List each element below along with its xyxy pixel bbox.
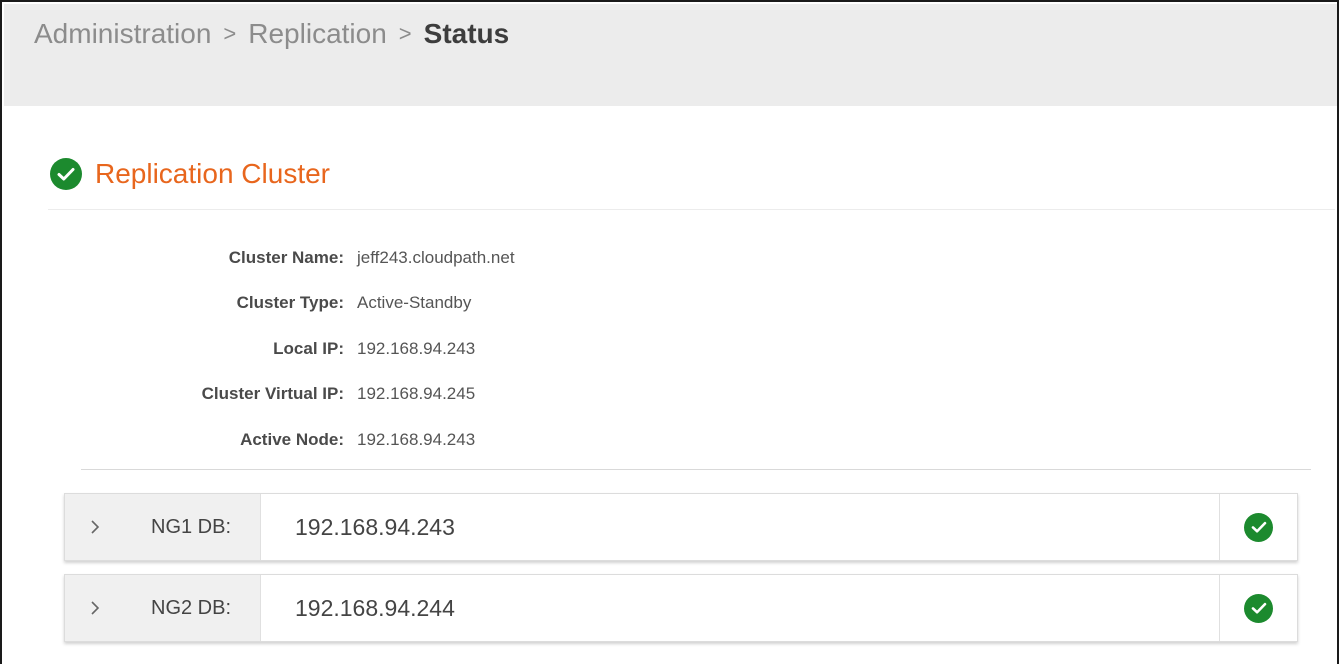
info-value: 192.168.94.243 (357, 430, 476, 449)
breadcrumb-separator: > (223, 21, 237, 46)
info-row-cluster-type: Cluster Type: Active-Standby (2, 285, 702, 321)
check-circle-icon (1244, 593, 1273, 623)
page-header: Administration > Replication > Status (4, 4, 1337, 106)
info-label: Local IP: (273, 339, 344, 358)
db-node-status (1219, 494, 1297, 560)
info-row-active-node: Active Node: 192.168.94.243 (2, 422, 702, 458)
info-label: Active Node: (240, 430, 344, 449)
divider (48, 209, 1335, 210)
info-value: Active-Standby (357, 293, 472, 312)
divider (81, 469, 1311, 470)
db-node-label: NG2 DB: (151, 596, 232, 619)
check-circle-icon (50, 158, 82, 190)
info-row-cluster-name: Cluster Name: jeff243.cloudpath.net (2, 240, 702, 276)
chevron-right-icon[interactable] (65, 600, 125, 616)
info-value: 192.168.94.243 (357, 339, 476, 358)
info-label: Cluster Type: (236, 293, 344, 312)
info-label: Cluster Name: (228, 248, 344, 267)
info-row-local-ip: Local IP: 192.168.94.243 (2, 331, 702, 367)
info-label: Cluster Virtual IP: (201, 384, 344, 403)
db-node-row-ng2[interactable]: NG2 DB: 192.168.94.244 (64, 574, 1298, 642)
db-node-status (1219, 575, 1297, 641)
section-title: Replication Cluster (95, 158, 330, 189)
db-node-label: NG1 DB: (151, 515, 232, 538)
db-node-label-cell: NG2 DB: (65, 575, 261, 641)
db-node-row-ng1[interactable]: NG1 DB: 192.168.94.243 (64, 493, 1298, 561)
db-node-label-cell: NG1 DB: (65, 494, 261, 560)
page-frame: Administration > Replication > Status Re… (0, 0, 1339, 664)
info-value: jeff243.cloudpath.net (357, 248, 515, 267)
chevron-right-icon[interactable] (65, 519, 125, 535)
section-header: Replication Cluster (50, 158, 330, 190)
db-node-ip: 192.168.94.244 (295, 594, 455, 621)
breadcrumb-separator: > (398, 21, 412, 46)
info-row-virtual-ip: Cluster Virtual IP: 192.168.94.245 (2, 376, 702, 412)
breadcrumb: Administration > Replication > Status (34, 18, 509, 50)
breadcrumb-replication[interactable]: Replication (248, 18, 387, 50)
breadcrumb-current: Status (423, 18, 510, 49)
check-circle-icon (1244, 512, 1273, 542)
breadcrumb-administration[interactable]: Administration (34, 18, 211, 50)
db-node-ip: 192.168.94.243 (295, 513, 455, 540)
info-value: 192.168.94.245 (357, 384, 476, 403)
